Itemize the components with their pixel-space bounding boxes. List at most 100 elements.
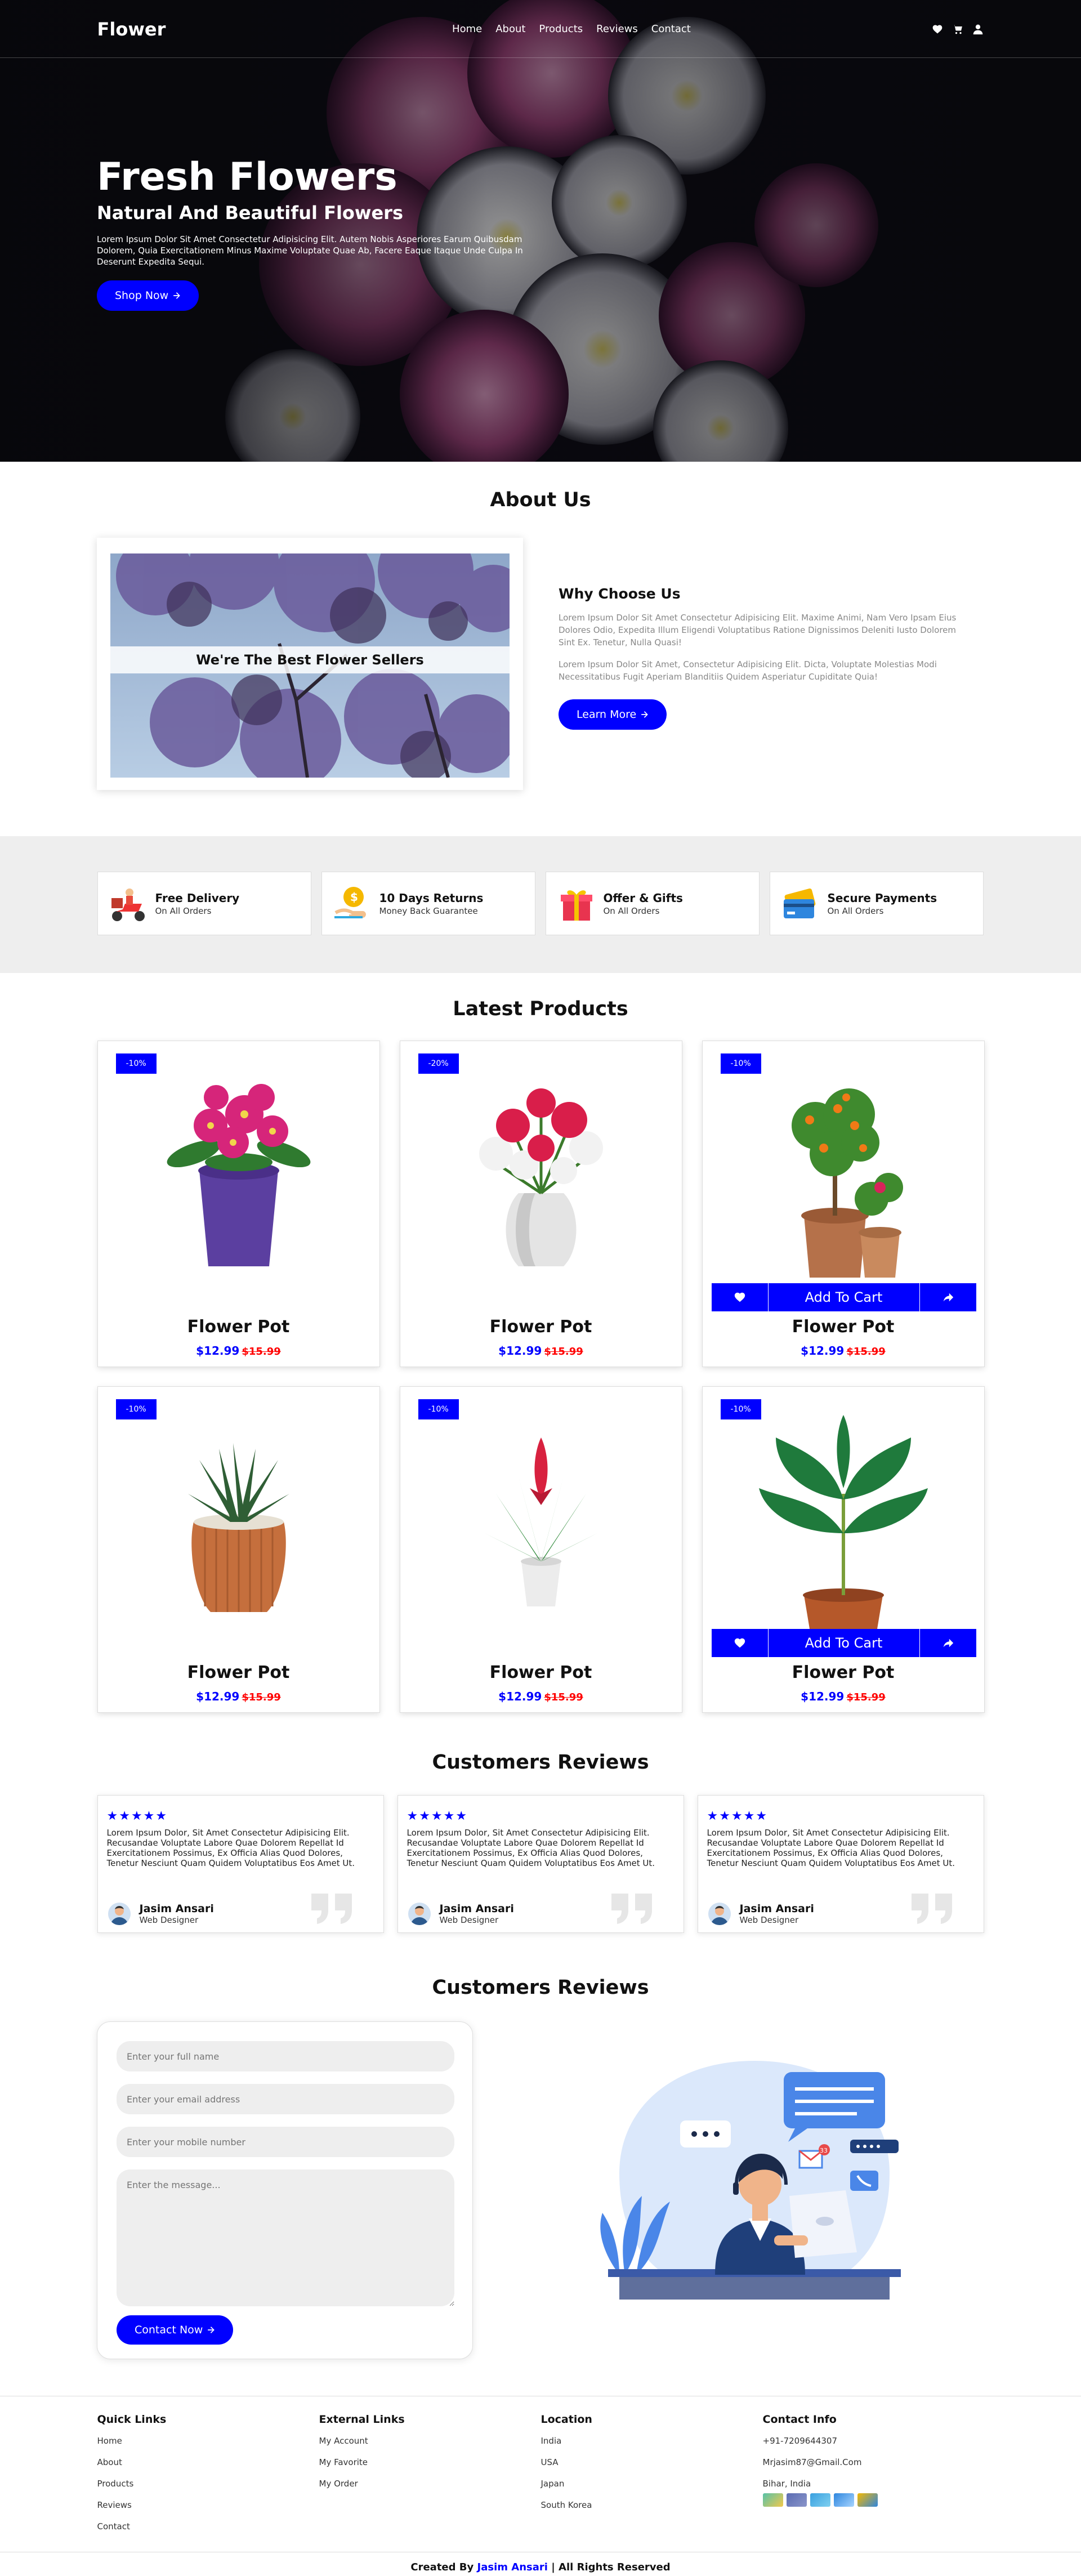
shop-now-button[interactable]: Shop Now (97, 280, 199, 311)
share-icon (943, 1639, 953, 1648)
product-card[interactable]: -10% Flower Pot $12.99 $15.99 (399, 1386, 682, 1713)
hero-text: Lorem Ipsum Dolor Sit Amet Consectetur A… (97, 234, 523, 267)
products-title: Latest Products (453, 998, 628, 1020)
user-icon[interactable] (972, 24, 984, 35)
share-button[interactable] (920, 1283, 976, 1311)
nav-reviews[interactable]: Reviews (596, 23, 638, 35)
reviewer: Jasim Ansari Web Designer (708, 1903, 814, 1925)
features-section: Free Delivery On All Orders $ 10 Days Ret… (0, 836, 1081, 973)
footer-link-about[interactable]: About (97, 2457, 319, 2467)
heart-icon (734, 1292, 745, 1302)
copyright-prefix: Created By (410, 2561, 474, 2573)
nav-home[interactable]: Home (452, 23, 482, 35)
credit-card-icon (783, 888, 815, 918)
logo[interactable]: Flower (97, 19, 166, 40)
price-old: $15.99 (846, 1691, 886, 1703)
hero-subtitle: Natural And Beautiful Flowers (97, 202, 403, 224)
nav-contact[interactable]: Contact (651, 23, 691, 35)
price-old: $15.99 (544, 1346, 583, 1358)
share-button[interactable] (920, 1629, 976, 1657)
footer-link-products[interactable]: Products (97, 2479, 319, 2489)
notification-count: 33 (820, 2147, 828, 2154)
contact-form: Contact Now (97, 2021, 473, 2359)
feature-subtitle: On All Orders (603, 905, 660, 916)
product-price: $12.99 $15.99 (98, 1690, 379, 1703)
avatar (408, 1903, 431, 1925)
mobile-input[interactable] (117, 2127, 454, 2157)
footer-link-home[interactable]: Home (97, 2436, 319, 2446)
about-section: About Us We're The Best Flower Sellers W… (0, 462, 1081, 836)
footer-email[interactable]: Mrjasim87@Gmail.Com (763, 2457, 985, 2467)
footer-link-reviews[interactable]: Reviews (97, 2500, 319, 2510)
author-link[interactable]: Jasim Ansari (477, 2561, 548, 2573)
feature-title: Free Delivery (155, 891, 240, 905)
footer-link-my-favorite[interactable]: My Favorite (319, 2457, 541, 2467)
footer-location-india[interactable]: India (541, 2436, 763, 2446)
bromeliad-white-pot-image (484, 1437, 597, 1606)
footer-location-japan[interactable]: Japan (541, 2479, 763, 2489)
email-input[interactable] (117, 2084, 454, 2114)
product-card[interactable]: -10% Add To Cart Flower Pot $12.99 $15.99 (702, 1386, 985, 1713)
shop-now-label: Shop Now (115, 289, 169, 302)
product-name: Flower Pot (792, 1663, 895, 1682)
footer-link-my-order[interactable]: My Order (319, 2479, 541, 2489)
reviewer-name: Jasim Ansari (439, 1903, 514, 1915)
arrow-right-icon (173, 292, 181, 299)
about-image[interactable]: We're The Best Flower Sellers (110, 553, 510, 778)
footer-location-south-korea[interactable]: South Korea (541, 2500, 763, 2510)
copyright: Created By Jasim Ansari | All Rights Res… (0, 2552, 1081, 2573)
heart-icon[interactable] (932, 24, 943, 35)
footer-link-my-account[interactable]: My Account (319, 2436, 541, 2446)
card-icon (857, 2493, 878, 2507)
feature-gifts: Offer & Gifts On All Orders (545, 872, 760, 935)
footer-link-contact[interactable]: Contact (97, 2521, 319, 2532)
add-to-cart-button[interactable]: Add To Cart (767, 1283, 920, 1311)
contact-now-button[interactable]: Contact Now (117, 2315, 234, 2345)
product-card[interactable]: -10% Add To Cart Flower Pot $12.99 $15.99 (702, 1041, 985, 1367)
review-card: ★★★★★ Lorem Ipsum Dolor, Sit Amet Consec… (97, 1795, 384, 1933)
reviewer-name: Jasim Ansari (739, 1903, 814, 1915)
nav-about[interactable]: About (495, 23, 525, 35)
reviewer: Jasim Ansari Web Designer (408, 1903, 514, 1925)
money-back-icon: $ (334, 886, 366, 918)
wishlist-button[interactable] (712, 1283, 768, 1311)
about-video-card: We're The Best Flower Sellers (97, 538, 523, 790)
product-card[interactable]: -20% Flower Pot $12.99 $15.99 (399, 1041, 682, 1367)
review-card: ★★★★★ Lorem Ipsum Dolor, Sit Amet Consec… (697, 1795, 984, 1933)
about-caption: We're The Best Flower Sellers (110, 646, 510, 673)
full-name-input[interactable] (117, 2041, 454, 2071)
price-current: $12.99 (801, 1344, 845, 1358)
footer-phone[interactable]: +91-7209644307 (763, 2436, 985, 2446)
product-action-bar: Add To Cart (711, 1629, 976, 1657)
avatar (108, 1903, 131, 1925)
delivery-scooter-icon (111, 888, 145, 921)
product-price: $12.99 $15.99 (400, 1690, 682, 1703)
copyright-suffix: | All Rights Reserved (551, 2561, 671, 2573)
feature-title: Secure Payments (827, 891, 937, 905)
reviewer-role: Web Designer (439, 1915, 499, 1925)
message-textarea[interactable] (117, 2169, 454, 2306)
reviewer-name: Jasim Ansari (139, 1903, 214, 1915)
wishlist-button[interactable] (712, 1629, 768, 1657)
price-current: $12.99 (498, 1344, 542, 1358)
price-old: $15.99 (544, 1691, 583, 1703)
nav-products[interactable]: Products (539, 23, 583, 35)
cart-icon[interactable] (952, 24, 963, 35)
product-action-bar: Add To Cart (711, 1283, 976, 1311)
footer-heading: Contact Info (762, 2413, 837, 2426)
feature-free-delivery: Free Delivery On All Orders (97, 872, 311, 935)
price-old: $15.99 (846, 1346, 886, 1358)
about-text: Why Choose Us Lorem Ipsum Dolor Sit Amet… (559, 586, 964, 730)
product-card[interactable]: -10% Flower Pot $12.99 $15.99 (97, 1386, 380, 1713)
avatar (708, 1903, 731, 1925)
product-name: Flower Pot (187, 1317, 290, 1337)
price-old: $15.99 (242, 1346, 281, 1358)
product-name: Flower Pot (489, 1317, 592, 1337)
product-card[interactable]: -10% Flower Pot $12.99 $15.99 (97, 1041, 380, 1367)
learn-more-button[interactable]: Learn More (559, 699, 667, 730)
quote-icon (611, 1894, 652, 1924)
arrow-right-icon (208, 2327, 215, 2333)
add-to-cart-button[interactable]: Add To Cart (767, 1629, 920, 1657)
feature-subtitle: Money Back Guarantee (379, 905, 478, 916)
footer-location-usa[interactable]: USA (541, 2457, 763, 2467)
